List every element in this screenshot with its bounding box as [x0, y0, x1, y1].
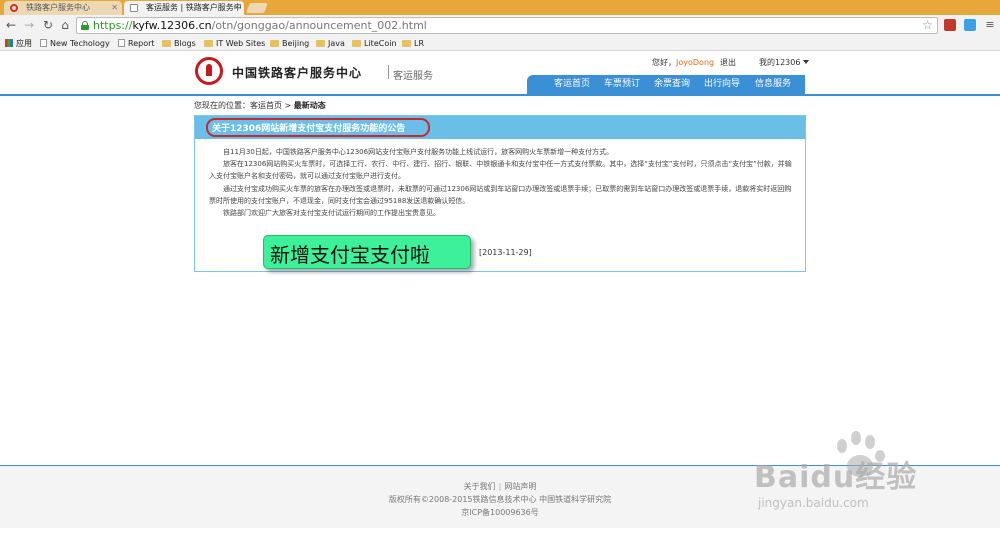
bookmark-lr[interactable]: LR — [402, 36, 424, 51]
back-arrow-icon[interactable]: ← — [3, 17, 19, 33]
watermark-url: jingyan.baidu.com — [758, 496, 869, 510]
page-icon — [118, 39, 125, 47]
breadcrumb-current: 最新动态 — [293, 101, 326, 110]
reload-icon[interactable]: ↻ — [40, 17, 56, 33]
bookmark-it-web-sites[interactable]: IT Web Sites — [204, 36, 265, 51]
caret-down-icon — [803, 60, 810, 64]
annotation-sticker: 新增支付宝支付啦 — [263, 235, 471, 269]
header-divider — [0, 94, 1000, 96]
browser-tab-strip: 铁路客户服务中心 ✕ 客运服务 | 铁路客户服务中 ✕ — [0, 0, 1000, 15]
greeting-text: 您好， — [652, 58, 676, 67]
logo-divider — [388, 65, 389, 79]
bookmark-label: Java — [328, 39, 345, 48]
nav-passenger-home[interactable]: 客运首页 — [554, 75, 590, 94]
railway-logo-icon[interactable] — [195, 57, 223, 85]
nav-remaining-tickets[interactable]: 余票查询 — [654, 75, 690, 94]
bookmark-label: New Techology — [50, 39, 110, 48]
site-subtitle: 客运服务 — [393, 71, 433, 82]
bookmark-label: 应用 — [16, 39, 32, 48]
nav-info-service[interactable]: 信息服务 — [755, 75, 791, 94]
url-text[interactable]: https://kyfw.12306.cn/otn/gonggao/announ… — [93, 18, 427, 33]
bookmark-label: LR — [414, 39, 425, 48]
close-tab-icon[interactable]: ✕ — [111, 1, 118, 15]
breadcrumb-prefix: 您现在的位置： — [194, 101, 250, 110]
logout-link[interactable]: 退出 — [720, 57, 736, 68]
bookmarks-bar: 应用 New Techology Report Blogs IT Web Sit… — [0, 36, 1000, 51]
bookmark-new-techology[interactable]: New Techology — [40, 36, 110, 51]
url-path: /otn/gonggao/announcement_002.html — [211, 19, 427, 32]
breadcrumb-separator: > — [282, 101, 294, 110]
nav-travel-guide[interactable]: 出行向导 — [704, 75, 740, 94]
browser-toolbar: ← → ↻ ⌂ https://kyfw.12306.cn/otn/gongga… — [0, 15, 1000, 36]
extension-icon[interactable] — [944, 19, 956, 31]
my12306-label: 我的12306 — [759, 58, 801, 67]
site-statement-link[interactable]: 网站声明 — [504, 482, 536, 491]
railway-favicon-icon — [10, 4, 18, 12]
browser-tab-12306-home[interactable]: 铁路客户服务中心 ✕ — [4, 1, 122, 15]
nav-ticket-booking[interactable]: 车票预订 — [604, 75, 640, 94]
new-tab-button[interactable] — [246, 3, 268, 13]
bookmark-java[interactable]: Java — [316, 36, 345, 51]
lock-icon — [81, 21, 89, 30]
watermark-brand: Baidu经验 — [754, 460, 918, 495]
extension-icon[interactable] — [964, 19, 976, 31]
announcement-paragraph: 自11月30日起，中国铁路客户服务中心12306网站支付宝账户支付服务功能上线试… — [223, 148, 614, 156]
announcement-date: [2013-11-29] — [479, 248, 532, 257]
bookmark-label: LiteCoin — [364, 39, 397, 48]
bookmark-label: Blogs — [174, 39, 196, 48]
site-header: 中国铁路客户服务中心 客运服务 您好，JoyoDong 退出 我的12306 — [0, 52, 1000, 94]
bookmark-report[interactable]: Report — [118, 36, 155, 51]
folder-icon — [270, 40, 279, 47]
bookmark-litecoin[interactable]: LiteCoin — [352, 36, 397, 51]
folder-icon — [162, 40, 171, 47]
user-greeting: 您好，JoyoDong — [652, 57, 714, 68]
tab-label: 客运服务 | 铁路客户服务中 — [146, 3, 242, 12]
my12306-menu[interactable]: 我的12306 — [759, 57, 810, 68]
announcement-paragraph: 旅客在12306网站购买火车票时，可选择工行、农行、中行、建行、招行、银联、中铁… — [209, 160, 792, 181]
home-icon[interactable]: ⌂ — [57, 17, 73, 33]
announcement-paragraph: 铁路部门欢迎广大旅客对支付宝支付试运行期间的工作提出宝贵意见。 — [223, 209, 440, 218]
bookmark-label: Report — [128, 39, 155, 48]
folder-icon — [316, 40, 325, 47]
username-link[interactable]: JoyoDong — [676, 58, 714, 67]
annotation-text: 新增支付宝支付啦 — [270, 243, 430, 267]
breadcrumb-home-link[interactable]: 客运首页 — [250, 101, 282, 110]
folder-icon — [402, 40, 411, 47]
tab-label: 铁路客户服务中心 — [26, 3, 90, 12]
forward-arrow-icon[interactable]: → — [21, 17, 37, 33]
page-favicon-icon — [130, 4, 138, 12]
url-host: kyfw.12306.cn — [132, 19, 212, 32]
browser-tab-passenger-service[interactable]: 客运服务 | 铁路客户服务中 ✕ — [124, 1, 244, 15]
announcement-header: 关于12306网站新增支付宝支付服务功能的公告 — [195, 116, 805, 139]
url-protocol: https:// — [93, 19, 133, 32]
main-nav: 客运首页 车票预订 余票查询 出行向导 信息服务 — [527, 75, 805, 94]
breadcrumb: 您现在的位置：客运首页 > 最新动态 — [194, 100, 326, 111]
baidu-watermark: Baidu经验 jingyan.baidu.com — [754, 430, 944, 516]
bookmark-beijing[interactable]: Beijing — [270, 36, 309, 51]
bookmark-star-icon[interactable]: ☆ — [922, 18, 933, 33]
menu-icon[interactable]: ≡ — [982, 17, 998, 33]
address-bar[interactable]: https://kyfw.12306.cn/otn/gonggao/announ… — [76, 17, 938, 34]
folder-icon — [352, 40, 361, 47]
folder-icon — [204, 40, 213, 47]
bookmark-apps[interactable]: 应用 — [5, 36, 32, 51]
highlight-annotation — [206, 118, 430, 137]
bookmark-label: Beijing — [282, 39, 310, 48]
apps-grid-icon — [5, 39, 13, 47]
bookmark-blogs[interactable]: Blogs — [162, 36, 196, 51]
bookmark-label: IT Web Sites — [216, 39, 266, 48]
announcement-body: 自11月30日起，中国铁路客户服务中心12306网站支付宝账户支付服务功能上线试… — [209, 146, 794, 219]
page-icon — [40, 39, 47, 47]
site-title[interactable]: 中国铁路客户服务中心 — [232, 64, 362, 81]
about-us-link[interactable]: 关于我们 — [464, 482, 496, 491]
announcement-paragraph: 通过支付宝成功购买火车票的旅客在办理改签或退票时，未取票的可通过12306网站或… — [209, 184, 792, 205]
close-tab-icon[interactable]: ✕ — [233, 1, 240, 15]
